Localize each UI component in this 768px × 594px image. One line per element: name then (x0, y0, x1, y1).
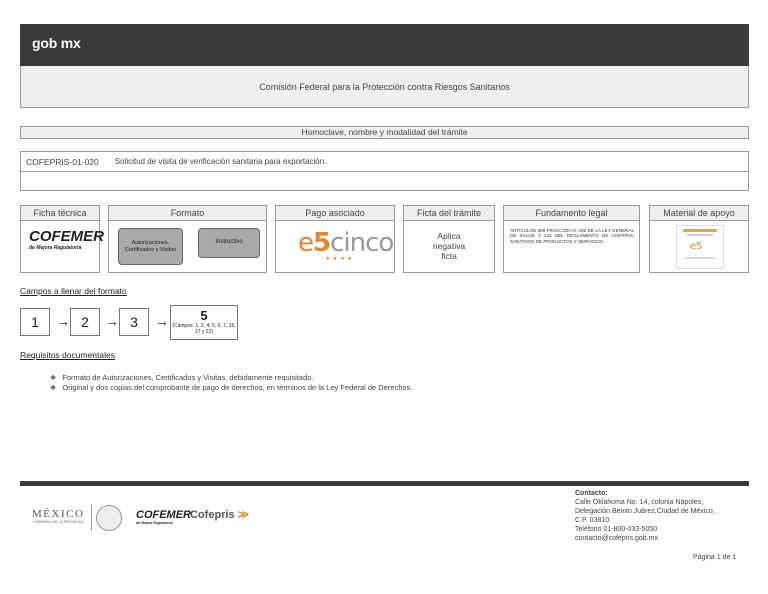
ficta-line: ficta (441, 251, 457, 261)
material-heading: Material de apoyo (650, 206, 748, 221)
page-number: Página 1 de 1 (693, 554, 737, 561)
requisito-item: ❖ Formato de Autorizaciones, Certificados… (50, 373, 314, 382)
step5-number: 5 (200, 308, 208, 323)
ficta-line: negativa (432, 241, 466, 251)
tramite-row: COFEPRIS-01-020 Solicitud de visita de v… (21, 152, 748, 172)
ficta-heading: Ficta del trámite (404, 206, 494, 221)
agency-name: Comisión Federal para la Protección cont… (20, 66, 749, 108)
e5-dots-icon: ● ● ● ● (326, 256, 353, 262)
header-bar: gob mx (20, 24, 749, 66)
requisitos-link[interactable]: Requisitos documentales (20, 350, 115, 360)
autorizaciones-button[interactable]: Autorizaciones, Certificados y Visitas (118, 228, 183, 265)
footer-bar (20, 481, 749, 486)
e5cinco-logo[interactable]: e5cinco (298, 228, 394, 258)
arrow-right-icon: → (155, 313, 169, 329)
thumb-e5-icon: e5 (690, 241, 703, 252)
tramite-box: COFEPRIS-01-020 Solicitud de visita de v… (20, 151, 749, 191)
cofepris-text: Cofepris (190, 509, 235, 521)
e5-five: 5 (313, 228, 331, 258)
step-box-5: 5 (Campos: 1, 2, 4, 5, 6, 7, 15, 17 y 22… (170, 305, 238, 340)
arrow-right-icon: → (56, 313, 70, 329)
campos-link[interactable]: Campos a llenar del formato (20, 286, 127, 296)
ficta-text: Aplica negativa ficta (404, 231, 494, 261)
e5-e: e (298, 228, 314, 258)
arrow-right-icon: → (105, 313, 119, 329)
thumb-five: 5 (696, 241, 703, 252)
cofemer-footer-logo: COFEMER de Mejora Regulatoria (136, 510, 191, 526)
contact-line: C.P. 03810. (575, 517, 612, 524)
cofemer-footer-sub: de Mejora Regulatoria (136, 521, 173, 525)
contact-email[interactable]: contacto@cofepris.gob.mx (575, 534, 715, 543)
bullet-icon: ❖ (50, 385, 57, 392)
mexico-logo: MÉXICO GOBIERNO DE LA REPÚBLICA (32, 508, 84, 524)
mexico-word: MÉXICO (32, 508, 85, 520)
bullet-icon: ❖ (50, 375, 57, 382)
ficha-tecnica-column: Ficha técnica COFEMER de Mejora Regulato… (20, 205, 104, 273)
ficta-column: Ficta del trámite Aplica negativa ficta (403, 205, 495, 273)
cofemer-logo-text: COFEMER (29, 228, 104, 245)
thumb-bar-icon (683, 229, 717, 232)
cofemer-footer-text: COFEMER (136, 509, 191, 521)
step-box: 1 (20, 308, 50, 336)
requisito-text: Original y dos copias del comprobante de… (62, 383, 413, 392)
requisito-text: Formato de Autorizaciones, Certificados … (62, 373, 314, 382)
divider (91, 505, 92, 531)
step5-subtext: (Campos: 1, 2, 4, 5, 6, 7, 15, 17 y 22) (172, 323, 236, 335)
gobmx-logo[interactable]: gob mx (32, 35, 81, 51)
fundamento-text: ARTÍCULOS 389 FRACCIÓN IV, 392 DE LA LEY… (510, 228, 634, 244)
contact-line: Teléfono 01-800-033-5050 (575, 526, 658, 533)
e5-cinco: cinco (330, 228, 394, 258)
ficha-tecnica-heading: Ficha técnica (21, 206, 99, 221)
homoclave-title: Homoclave, nombre y modalidad del trámit… (20, 126, 749, 139)
gobierno-word: GOBIERNO DE LA REPÚBLICA (32, 520, 84, 524)
thumb-line-icon (687, 234, 713, 236)
national-seal-icon (96, 505, 122, 531)
contact-line: Calle Oklahoma No. 14, colonia Nápoles; (575, 499, 704, 506)
fundamento-column: Fundamento legal ARTÍCULOS 389 FRACCIÓN … (503, 205, 640, 273)
material-thumbnail[interactable]: e5 (676, 225, 724, 269)
step-box: 3 (119, 308, 149, 336)
fundamento-heading: Fundamento legal (504, 206, 639, 221)
step-box: 2 (70, 308, 100, 336)
material-column: Material de apoyo e5 (649, 205, 749, 273)
pago-asociado-heading: Pago asociado (276, 206, 394, 221)
tramite-name: Solicitud de visita de verificación sani… (114, 157, 327, 166)
formato-column: Formato Autorizaciones, Certificados y V… (108, 205, 267, 273)
requisito-item: ❖ Original y dos copias del comprobante d… (50, 383, 413, 392)
contact-title: Contacto: (575, 490, 608, 497)
cofepris-arrows-icon: ≫ (234, 509, 250, 521)
pago-asociado-column: Pago asociado e5cinco ● ● ● ● (275, 205, 395, 273)
cofemer-logo[interactable]: COFEMER de Mejora Regulatoria (29, 229, 104, 251)
tramite-code: COFEPRIS-01-020 (26, 156, 99, 167)
cofemer-logo-sub: de Mejora Regulatoria (29, 245, 82, 251)
contact-block: Contacto: Calle Oklahoma No. 14, colonia… (575, 489, 715, 543)
cofepris-logo: Cofepris ≫ (190, 508, 249, 521)
ficta-line: Aplica (437, 231, 461, 241)
instructivo-button[interactable]: Instructivo (198, 228, 260, 258)
formato-heading: Formato (109, 206, 266, 221)
thumb-line-icon (685, 257, 715, 259)
contact-line: Delegación Benito Juárez,Ciudad de Méxic… (575, 508, 715, 515)
